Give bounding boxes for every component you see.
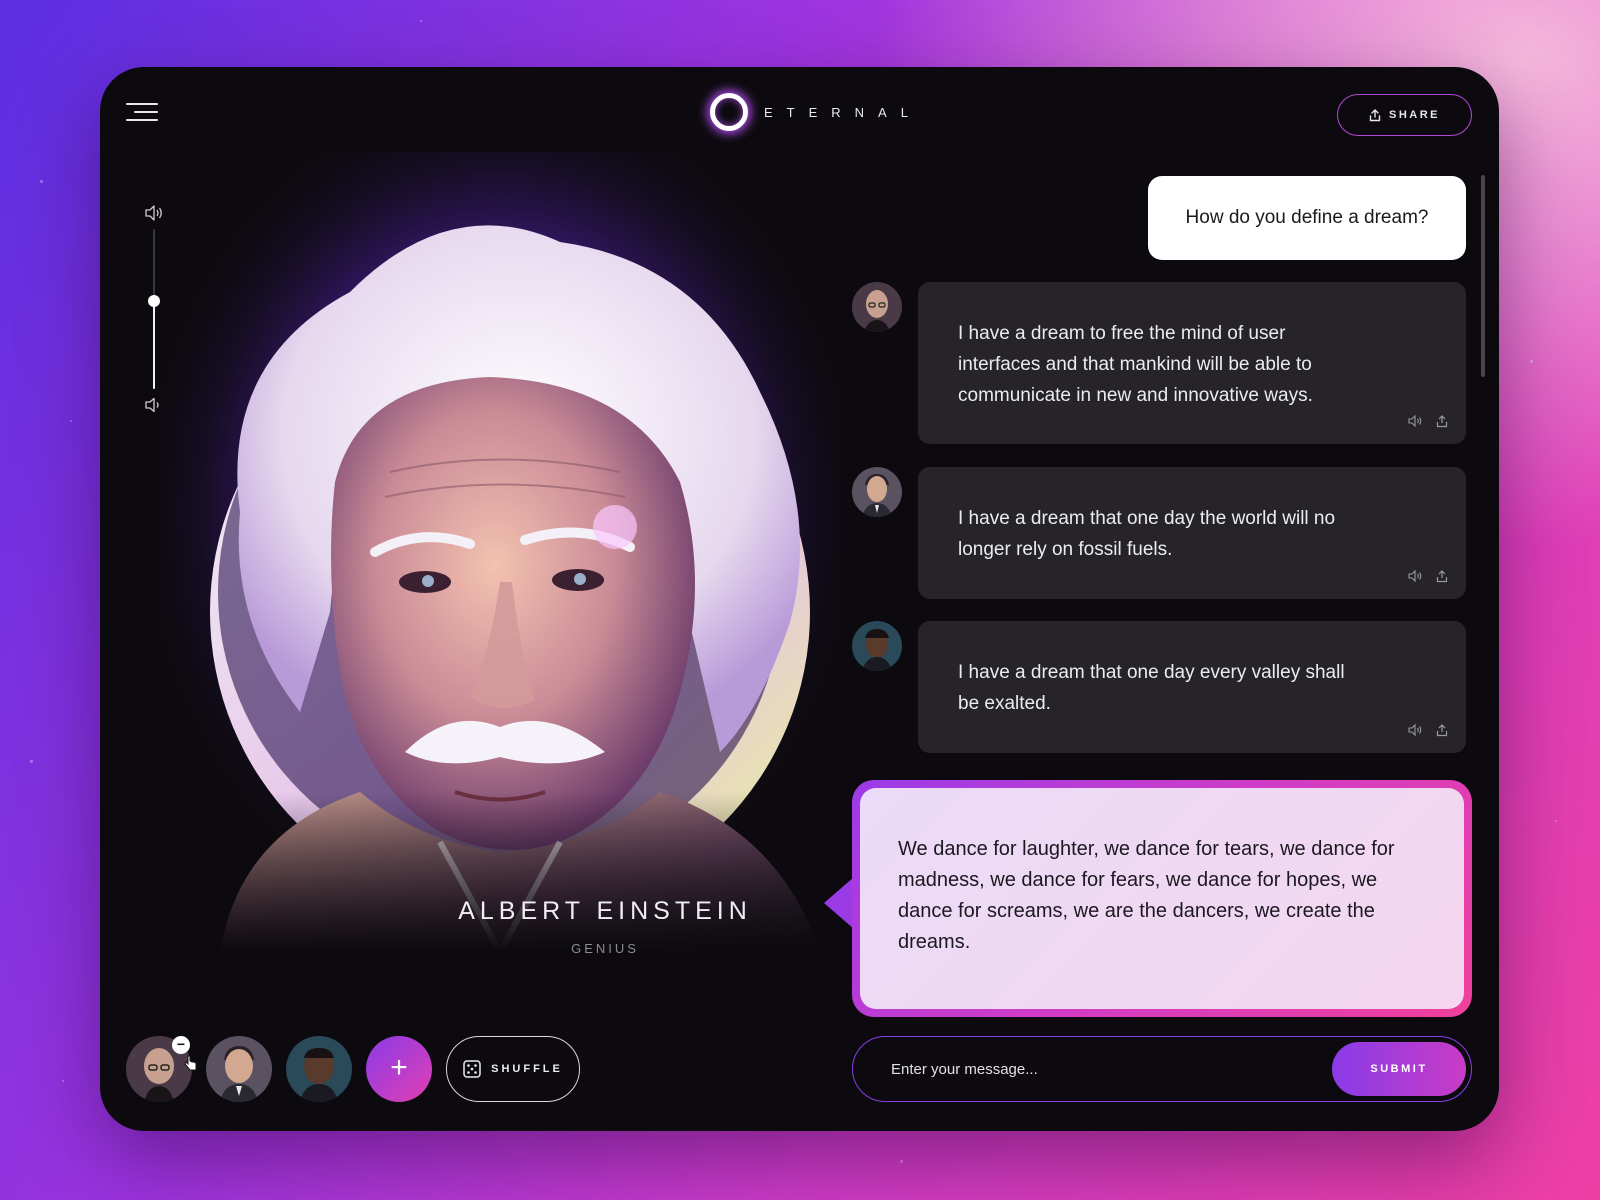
- shuffle-button[interactable]: SHUFFLE: [446, 1036, 580, 1102]
- hamburger-menu-icon[interactable]: [126, 101, 158, 123]
- einstein-portrait: [160, 152, 840, 952]
- share-icon[interactable]: [1436, 415, 1448, 428]
- message-composer: SUBMIT: [852, 1036, 1472, 1102]
- steve-jobs-portrait: [852, 282, 902, 332]
- persona-answer-bubble: We dance for laughter, we dance for tear…: [852, 780, 1472, 1017]
- message-actions: [1408, 724, 1448, 737]
- avatar-steve-jobs[interactable]: [852, 282, 902, 332]
- message-card: I have a dream that one day every valley…: [918, 621, 1466, 753]
- message-actions: [1408, 570, 1448, 583]
- elon-musk-portrait: [206, 1036, 272, 1102]
- app-window: ETERNAL SHARE ALBERT EINSTEIN GENIUS − +…: [100, 67, 1499, 1131]
- remove-persona-badge[interactable]: −: [172, 1036, 190, 1054]
- speaker-icon[interactable]: [1408, 570, 1422, 582]
- hand-cursor-icon: [184, 1055, 197, 1071]
- submit-button[interactable]: SUBMIT: [1332, 1042, 1466, 1096]
- message-actions: [1408, 415, 1448, 428]
- speaker-icon[interactable]: [1408, 415, 1422, 427]
- share-icon[interactable]: [1436, 570, 1448, 583]
- share-label: SHARE: [1388, 109, 1440, 121]
- brand-name: ETERNAL: [764, 104, 922, 120]
- avatar-martin-luther-king[interactable]: [286, 1036, 352, 1102]
- chat-scrollbar[interactable]: [1481, 175, 1485, 377]
- message-text: I have a dream that one day the world wi…: [958, 508, 1336, 560]
- shuffle-label: SHUFFLE: [491, 1063, 563, 1075]
- volume-slider[interactable]: [148, 229, 160, 389]
- message-text: I have a dream that one day every valley…: [958, 662, 1345, 714]
- eternal-ring-icon: [710, 93, 748, 131]
- message-text: I have a dream to free the mind of user …: [958, 323, 1313, 406]
- avatar-steve-jobs[interactable]: −: [126, 1036, 197, 1102]
- brand-logo: ETERNAL: [710, 93, 922, 131]
- avatar-elon-musk[interactable]: [852, 467, 902, 517]
- message-card: I have a dream to free the mind of user …: [918, 282, 1466, 444]
- message-input[interactable]: [891, 1051, 1311, 1087]
- volume-slider-thumb[interactable]: [148, 295, 160, 307]
- martin-luther-king-portrait: [852, 621, 902, 671]
- speaker-icon[interactable]: [1408, 724, 1422, 736]
- volume-level-fill: [153, 301, 155, 389]
- share-icon[interactable]: [1436, 724, 1448, 737]
- persona-bar: − + SHUFFLE: [126, 1036, 580, 1102]
- persona-answer-text: We dance for laughter, we dance for tear…: [860, 788, 1464, 1009]
- share-icon: [1369, 108, 1381, 121]
- answer-bubble-tail: [824, 877, 854, 929]
- elon-musk-portrait: [852, 467, 902, 517]
- avatar-elon-musk[interactable]: [206, 1036, 272, 1102]
- avatar-martin-luther-king[interactable]: [852, 621, 902, 671]
- share-button[interactable]: SHARE: [1337, 94, 1472, 136]
- martin-luther-king-portrait: [286, 1036, 352, 1102]
- dice-icon: [463, 1060, 481, 1078]
- add-persona-button[interactable]: +: [366, 1036, 432, 1102]
- message-card: I have a dream that one day the world wi…: [918, 467, 1466, 599]
- user-question-bubble: How do you define a dream?: [1148, 176, 1466, 260]
